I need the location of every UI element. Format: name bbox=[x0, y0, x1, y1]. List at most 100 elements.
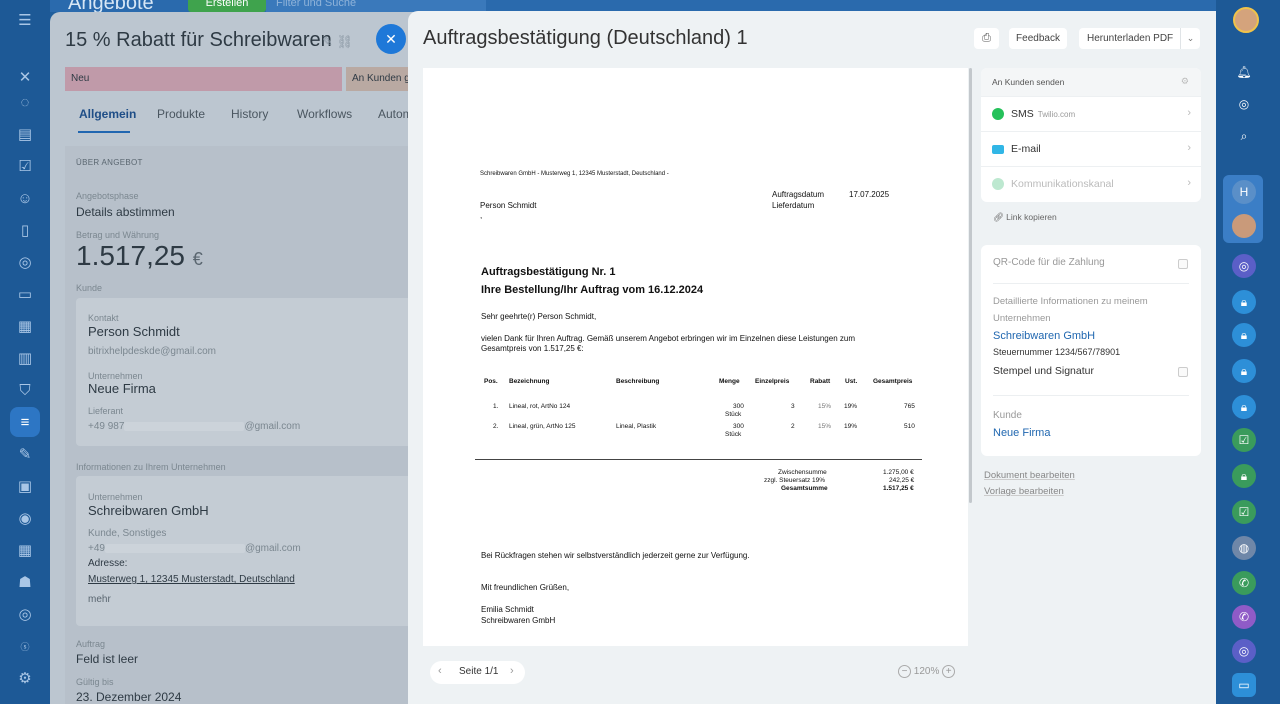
document-preview[interactable]: Schreibwaren GmbH - Musterweg 1, 12345 M… bbox=[423, 68, 968, 646]
lock-icon[interactable]: 🔒︎ bbox=[1232, 323, 1256, 347]
order-value[interactable]: Feld ist leer bbox=[76, 652, 138, 666]
row-price: 3 bbox=[791, 403, 795, 410]
checklist-icon[interactable]: ☑ bbox=[13, 154, 37, 178]
shop-icon[interactable]: ⛉ bbox=[13, 378, 37, 402]
tab-workflows[interactable]: Workflows bbox=[297, 107, 352, 121]
payments-icon[interactable]: ▭ bbox=[13, 282, 37, 306]
own-company-name[interactable]: Schreibwaren GmbH bbox=[88, 503, 209, 518]
row-price: 2 bbox=[791, 423, 795, 430]
intro-line-1: vielen Dank für Ihren Auftrag. Gemäß uns… bbox=[481, 334, 855, 343]
client-label: Kunde bbox=[993, 410, 1022, 421]
chevron-right-icon[interactable]: › bbox=[510, 665, 514, 677]
phase-value[interactable]: Details abstimmen bbox=[76, 205, 175, 219]
supplier-contact[interactable]: +49 987 @gmail.com bbox=[88, 421, 300, 432]
chat-channel-icon[interactable]: ◎ bbox=[1232, 254, 1256, 278]
bell-icon[interactable]: 🔔︎ bbox=[1232, 60, 1256, 84]
valid-value[interactable]: 23. Dezember 2024 bbox=[76, 690, 181, 704]
gear-icon[interactable]: ⚙ bbox=[1181, 76, 1189, 87]
client-name-link[interactable]: Neue Firma bbox=[993, 427, 1050, 439]
send-sms-row[interactable]: SMS Twilio.com › bbox=[981, 96, 1201, 131]
chat-channel-icon[interactable]: ◎ bbox=[1232, 639, 1256, 663]
edit-document-link[interactable]: Dokument bearbeiten bbox=[984, 470, 1075, 481]
sites-icon[interactable]: ▦ bbox=[13, 314, 37, 338]
settings-gear-icon[interactable]: ⚙ bbox=[13, 666, 37, 690]
print-button[interactable]: ⎙ bbox=[974, 28, 999, 49]
amount-label: Betrag und Währung bbox=[76, 230, 160, 240]
analytics-icon[interactable]: ▥ bbox=[13, 346, 37, 370]
document-settings-card: QR-Code für die Zahlung Detaillierte Inf… bbox=[981, 245, 1201, 456]
contact-email[interactable]: bitrixhelpdeskde@gmail.com bbox=[88, 346, 216, 357]
lock-icon[interactable]: 🔒︎ bbox=[1232, 290, 1256, 314]
doc-heading-1: Auftragsbestätigung Nr. 1 bbox=[481, 266, 616, 278]
search-chat-icon[interactable]: ⌕ bbox=[1232, 124, 1256, 148]
status-icon[interactable]: ⓢ bbox=[13, 634, 37, 658]
own-company-contact[interactable]: +49 @gmail.com bbox=[88, 543, 301, 554]
stamp-signature-toggle[interactable] bbox=[1178, 367, 1188, 377]
order-label: Auftrag bbox=[76, 639, 106, 649]
more-link[interactable]: mehr bbox=[88, 594, 111, 605]
lock-green-icon[interactable]: 🔒︎ bbox=[1232, 464, 1256, 488]
company-name[interactable]: Neue Firma bbox=[88, 381, 156, 396]
supplier-label: Lieferant bbox=[88, 406, 124, 416]
zoom-out-icon[interactable]: − bbox=[898, 665, 911, 678]
row-name: Lineal, grün, ArtNo 125 bbox=[509, 423, 576, 430]
group-avatar-icon[interactable]: ◍ bbox=[1232, 536, 1256, 560]
grand-total-label: Gesamtsumme bbox=[781, 485, 828, 492]
crm-funnel-icon[interactable]: ≡ bbox=[10, 407, 40, 437]
chevron-left-icon[interactable]: ‹ bbox=[438, 665, 442, 677]
robot-icon[interactable]: ☗ bbox=[13, 570, 37, 594]
pencil-icon[interactable]: ✎ ⛓ bbox=[322, 34, 353, 50]
tab-history[interactable]: History bbox=[231, 107, 268, 121]
sign-icon[interactable]: ✎ bbox=[13, 442, 37, 466]
address-value[interactable]: Musterweg 1, 12345 Musterstadt, Deutschl… bbox=[88, 574, 295, 585]
tab-products[interactable]: Produkte bbox=[157, 107, 205, 121]
send-channel-row[interactable]: Kommunikationskanal › bbox=[981, 166, 1201, 201]
page-navigation: ‹ Seite 1/1 › bbox=[430, 661, 525, 684]
copilot-icon[interactable]: ◎ bbox=[1232, 92, 1256, 116]
message-icon[interactable]: ▭ bbox=[1232, 673, 1256, 697]
task-check-icon[interactable]: ☑ bbox=[1232, 428, 1256, 452]
document-scrollbar[interactable] bbox=[969, 68, 972, 503]
tax-value: 242,25 € bbox=[889, 477, 915, 484]
user-avatar[interactable] bbox=[1233, 7, 1259, 33]
marketing-icon[interactable]: ◉ bbox=[13, 506, 37, 530]
chat-avatar-icon[interactable] bbox=[1232, 214, 1256, 238]
inventory-icon[interactable]: ▣ bbox=[13, 474, 37, 498]
documents-icon[interactable]: ▯ bbox=[13, 218, 37, 242]
create-button[interactable]: Erstellen bbox=[188, 0, 266, 12]
send-email-row[interactable]: E-mail › bbox=[981, 131, 1201, 166]
lock-icon[interactable]: 🔒︎ bbox=[1232, 359, 1256, 383]
copy-link-button[interactable]: 🔗︎ Link kopieren bbox=[993, 212, 1057, 223]
tab-general[interactable]: Allgemein bbox=[79, 107, 136, 121]
amount-value[interactable]: 1.517,25 € bbox=[76, 240, 203, 272]
th-unit-price: Einzelpreis bbox=[755, 378, 790, 385]
section-company: Informationen zu Ihrem Unternehmen bbox=[76, 462, 226, 472]
chevron-down-icon[interactable]: ⌄ bbox=[1180, 28, 1200, 49]
subtotal-label: Zwischensumme bbox=[778, 469, 827, 476]
edit-template-link[interactable]: Vorlage bearbeiten bbox=[984, 486, 1064, 497]
download-pdf-button[interactable]: Herunterladen PDF ⌄ bbox=[1079, 28, 1200, 49]
chevron-right-icon: › bbox=[1187, 177, 1191, 189]
feedback-button[interactable]: Feedback bbox=[1009, 28, 1067, 49]
lock-icon[interactable]: 🔒︎ bbox=[1232, 395, 1256, 419]
phone-icon[interactable]: ✆ bbox=[1232, 571, 1256, 595]
phone-icon[interactable]: ✆ bbox=[1232, 605, 1256, 629]
contacts-icon[interactable]: ☺ bbox=[13, 186, 37, 210]
goals-icon[interactable]: ◎ bbox=[13, 602, 37, 626]
th-qty: Menge bbox=[719, 378, 740, 385]
close-slider-button[interactable]: ✕ bbox=[376, 24, 406, 54]
close-icon[interactable]: ✕ bbox=[13, 65, 37, 89]
calendar-icon[interactable]: ▦ bbox=[13, 538, 37, 562]
company-name-link[interactable]: Schreibwaren GmbH bbox=[993, 330, 1095, 342]
chat-h-icon[interactable]: H bbox=[1232, 180, 1256, 204]
stage-new[interactable]: Neu bbox=[65, 67, 342, 91]
chat-icon[interactable]: ◎ bbox=[13, 250, 37, 274]
zoom-in-icon[interactable]: + bbox=[942, 665, 956, 678]
task-check-icon[interactable]: ☑ bbox=[1232, 500, 1256, 524]
feed-icon[interactable]: ◌ bbox=[13, 90, 37, 114]
qr-code-toggle[interactable] bbox=[1178, 259, 1188, 269]
menu-icon[interactable]: ☰ bbox=[13, 8, 37, 32]
th-discount: Rabatt bbox=[810, 378, 831, 385]
contact-name[interactable]: Person Schmidt bbox=[88, 324, 180, 339]
tasks-icon[interactable]: ▤ bbox=[13, 122, 37, 146]
